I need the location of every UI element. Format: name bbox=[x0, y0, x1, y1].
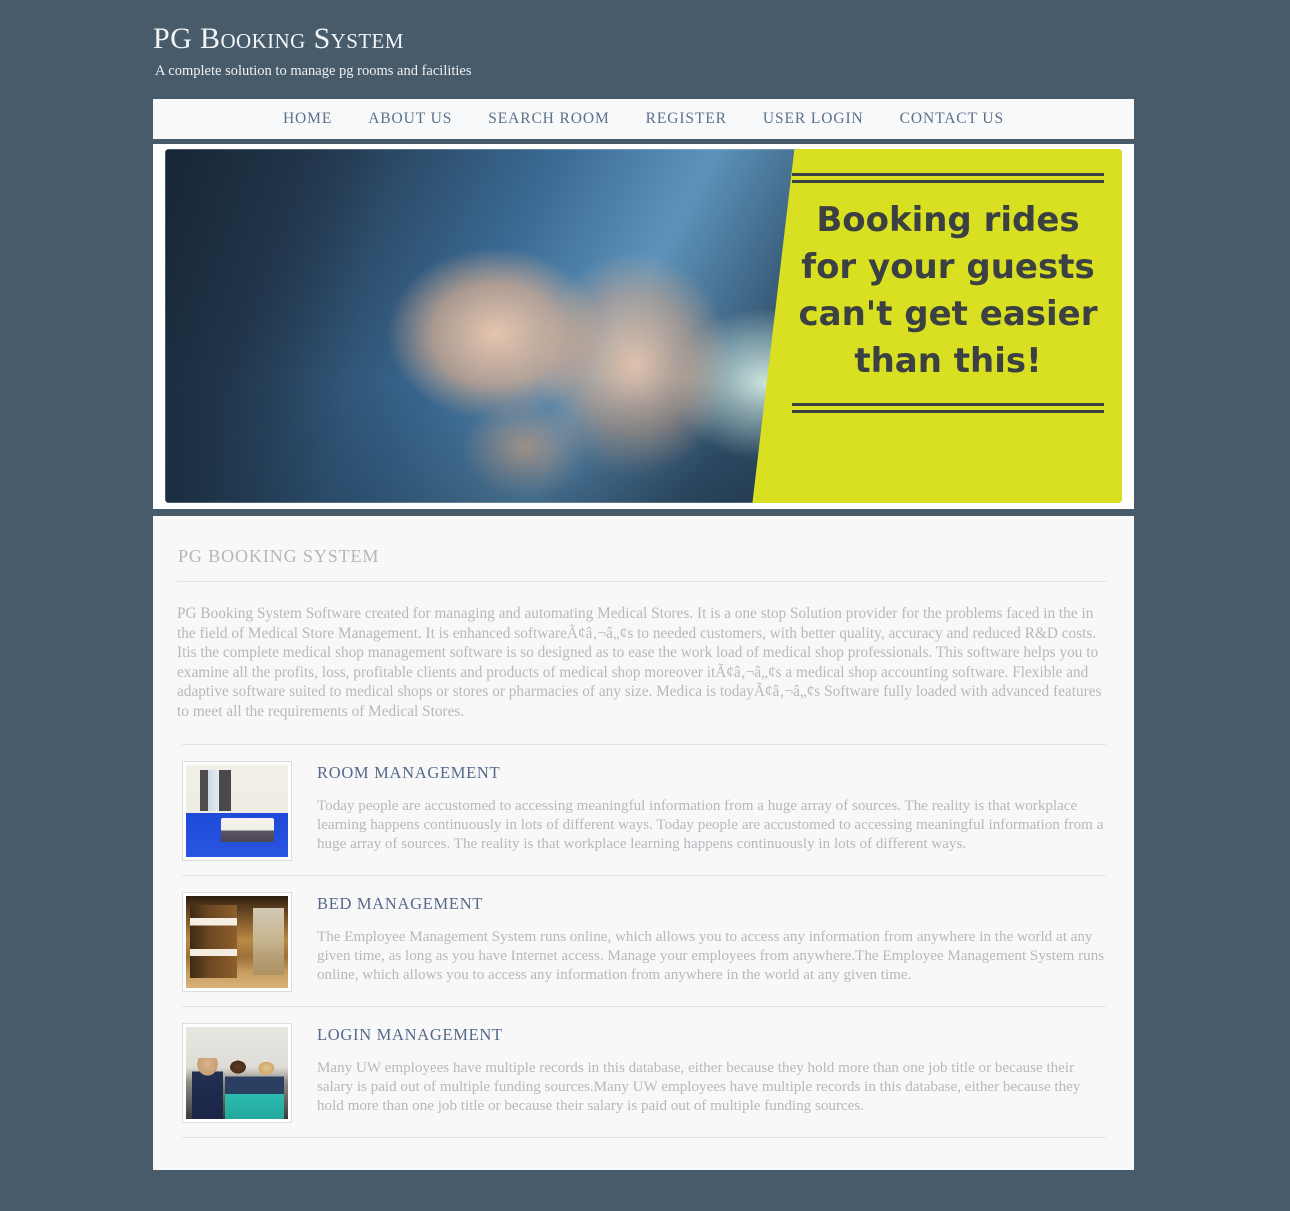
hero-banner[interactable]: Booking rides for your guests can't get … bbox=[165, 149, 1122, 503]
nav-item: CONTACT US bbox=[882, 106, 1022, 132]
people-at-computer-photo-icon bbox=[186, 1026, 288, 1119]
feature-text: Today people are accustomed to accessing… bbox=[317, 797, 1104, 853]
masthead: PG Booking System A complete solution to… bbox=[0, 0, 1290, 90]
nav-link-search-room[interactable]: SEARCH ROOM bbox=[470, 106, 627, 132]
nav-item: ABOUT US bbox=[350, 106, 470, 132]
room-photo-icon bbox=[186, 764, 288, 857]
site-tagline: A complete solution to manage pg rooms a… bbox=[155, 63, 472, 79]
feature-title: LOGIN MANAGEMENT bbox=[317, 1024, 503, 1044]
nav-list: HOME ABOUT US SEARCH ROOM REGISTER USER … bbox=[265, 106, 1022, 132]
banner-headline-line-3: can't get easier bbox=[798, 294, 1098, 334]
banner-rule-bottom-icon bbox=[792, 403, 1104, 413]
feature-thumbnail[interactable] bbox=[182, 891, 292, 992]
feature-room-management: ROOM MANAGEMENT Today people are accusto… bbox=[177, 745, 1106, 875]
page-root: PG Booking System A complete solution to… bbox=[0, 0, 1290, 1211]
feature-body: LOGIN MANAGEMENT Many UW employees have … bbox=[292, 1023, 1106, 1117]
feature-title: ROOM MANAGEMENT bbox=[317, 762, 501, 782]
main-navigation: HOME ABOUT US SEARCH ROOM REGISTER USER … bbox=[153, 99, 1134, 139]
banner-yellow-inner: Booking rides for your guests can't get … bbox=[792, 173, 1104, 479]
nav-link-register[interactable]: REGISTER bbox=[628, 106, 745, 132]
nav-link-contact-us[interactable]: CONTACT US bbox=[882, 106, 1022, 132]
feature-thumbnail[interactable] bbox=[182, 1022, 292, 1123]
feature-body: BED MANAGEMENT The Employee Management S… bbox=[292, 892, 1106, 986]
banner-headline-line-1: Booking rides bbox=[816, 200, 1080, 240]
nav-link-user-login[interactable]: USER LOGIN bbox=[745, 106, 882, 132]
feature-body: ROOM MANAGEMENT Today people are accusto… bbox=[292, 761, 1106, 855]
feature-title: BED MANAGEMENT bbox=[317, 893, 484, 913]
banner-headline-line-4: than this! bbox=[854, 341, 1042, 381]
feature-divider bbox=[182, 1136, 1106, 1138]
feature-text: Many UW employees have multiple records … bbox=[317, 1059, 1081, 1115]
feature-bed-management: BED MANAGEMENT The Employee Management S… bbox=[177, 876, 1106, 1006]
banner-rule-top-icon bbox=[792, 173, 1104, 183]
feature-thumbnail[interactable] bbox=[182, 760, 292, 861]
banner-headline-line-2: for your guests bbox=[801, 247, 1095, 287]
banner-frame: Booking rides for your guests can't get … bbox=[153, 144, 1134, 509]
nav-item: REGISTER bbox=[628, 106, 745, 132]
page-title: PG BOOKING SYSTEM bbox=[178, 546, 380, 566]
nav-item: USER LOGIN bbox=[745, 106, 882, 132]
banner-headline: Booking rides for your guests can't get … bbox=[792, 197, 1104, 385]
nav-link-about-us[interactable]: ABOUT US bbox=[350, 106, 470, 132]
intro-paragraph: PG Booking System Software created for m… bbox=[177, 605, 1102, 720]
section-title-divider bbox=[177, 581, 1106, 582]
nav-item: HOME bbox=[265, 106, 350, 132]
feature-text: The Employee Management System runs onli… bbox=[317, 928, 1105, 984]
site-title: PG Booking System bbox=[153, 22, 404, 55]
nav-item: SEARCH ROOM bbox=[470, 106, 627, 132]
feature-login-management: LOGIN MANAGEMENT Many UW employees have … bbox=[177, 1007, 1106, 1137]
nav-link-home[interactable]: HOME bbox=[265, 106, 350, 132]
bunk-bed-photo-icon bbox=[186, 895, 288, 988]
content-panel: PG BOOKING SYSTEM PG Booking System Soft… bbox=[153, 516, 1134, 1170]
